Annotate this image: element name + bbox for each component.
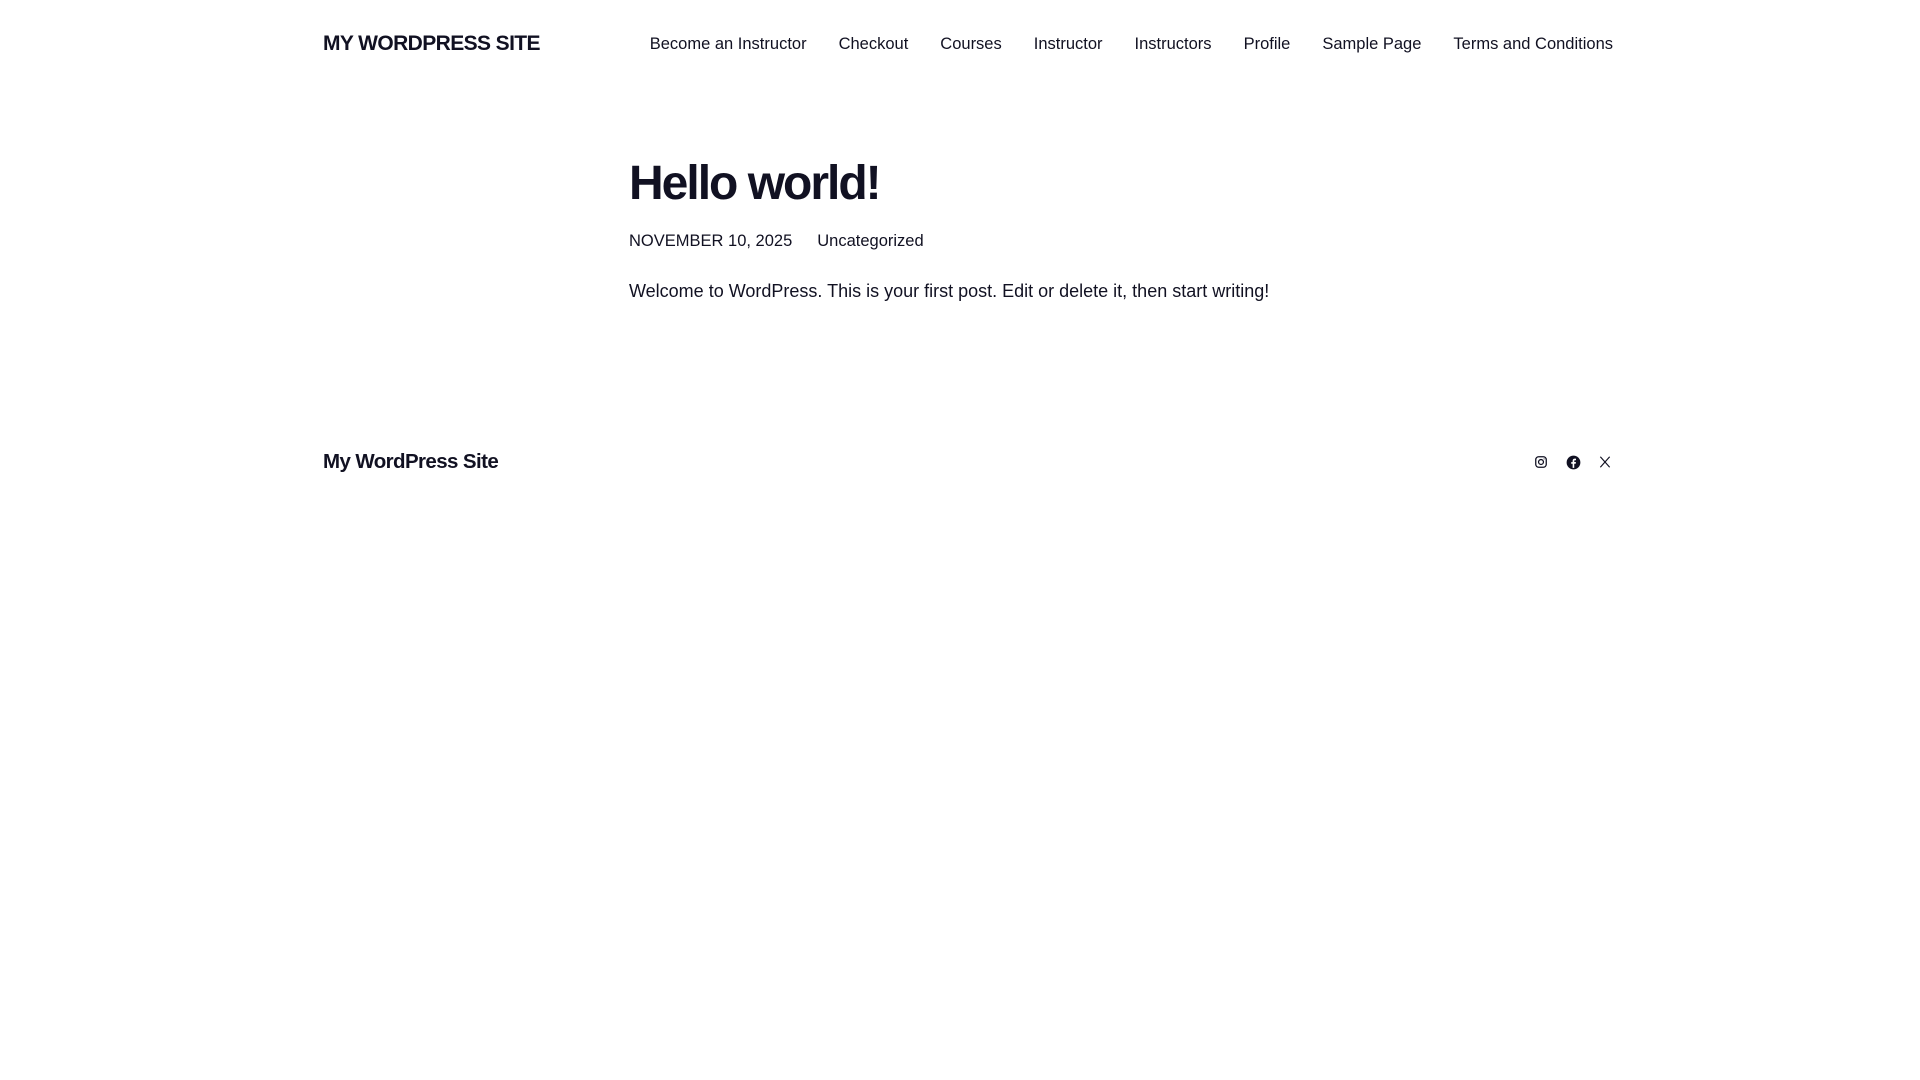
x-icon[interactable] [1597, 454, 1613, 470]
nav-item-instructor[interactable]: Instructor [1034, 35, 1103, 54]
site-footer: My WordPress Site [323, 444, 1613, 480]
nav-item-instructors[interactable]: Instructors [1135, 35, 1212, 54]
facebook-icon[interactable] [1565, 454, 1581, 470]
nav-item-become-an-instructor[interactable]: Become an Instructor [650, 35, 807, 54]
social-links [1533, 454, 1613, 470]
nav-item-sample-page[interactable]: Sample Page [1322, 35, 1421, 54]
footer-site-title-link[interactable]: My WordPress Site [323, 450, 499, 474]
nav-item-terms-and-conditions[interactable]: Terms and Conditions [1453, 35, 1613, 54]
site-title-link[interactable]: MY WORDPRESS SITE [323, 32, 541, 56]
post-category-link[interactable]: Uncategorized [817, 232, 923, 251]
nav-item-profile[interactable]: Profile [1244, 35, 1291, 54]
page: MY WORDPRESS SITE Become an Instructor C… [0, 0, 1920, 1080]
post-date: NOVEMBER 10, 2025 [629, 232, 793, 250]
site-header: MY WORDPRESS SITE Become an Instructor C… [323, 26, 1613, 62]
post-content: Welcome to WordPress. This is your first… [629, 281, 1270, 301]
nav-item-checkout[interactable]: Checkout [839, 35, 909, 54]
nav-item-courses[interactable]: Courses [940, 35, 1001, 54]
primary-nav: Become an Instructor Checkout Courses In… [650, 35, 1613, 54]
instagram-icon[interactable] [1533, 454, 1549, 470]
post-title: Hello world! [629, 157, 882, 210]
post: Hello world! NOVEMBER 10, 2025 Uncategor… [629, 150, 1329, 320]
post-meta: NOVEMBER 10, 2025 Uncategorized [629, 232, 1329, 251]
